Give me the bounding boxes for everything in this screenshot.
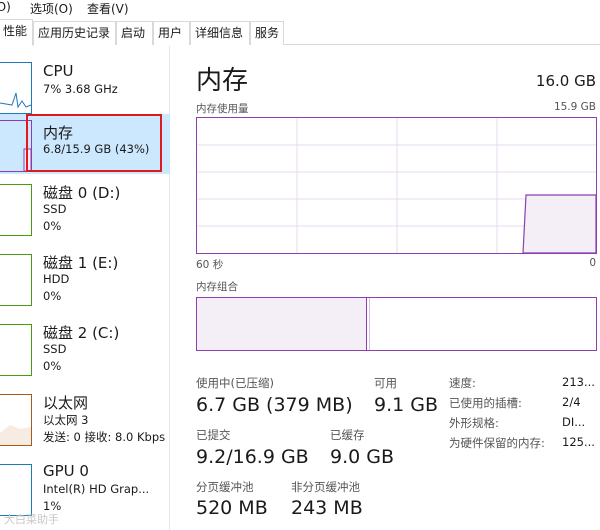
committed-value: 9.2/16.9 GB bbox=[196, 446, 309, 468]
speed-key: 速度: bbox=[449, 376, 476, 390]
sidebar-item-ethernet[interactable]: 以太网 以太网 3 发送: 0 接收: 8.0 Kbps bbox=[0, 388, 170, 458]
usage-graph-max: 15.9 GB bbox=[553, 101, 596, 113]
sidebar-type-disk-0: SSD bbox=[43, 202, 67, 216]
composition-in-use-segment bbox=[197, 298, 367, 350]
cached-value: 9.0 GB bbox=[330, 446, 395, 468]
memory-usage-graph-svg bbox=[197, 118, 597, 254]
tab-details[interactable]: 详细信息 bbox=[190, 21, 250, 45]
sidebar-item-disk-1[interactable]: 磁盘 1 (E:) HDD 0% bbox=[0, 248, 170, 318]
available-label: 可用 bbox=[374, 376, 397, 390]
available-value: 9.1 GB bbox=[374, 394, 439, 416]
gpu-thumbnail-graph bbox=[0, 464, 32, 516]
sidebar-item-disk-0[interactable]: 磁盘 0 (D:) SSD 0% bbox=[0, 178, 170, 248]
speed-value: 213... bbox=[562, 375, 595, 389]
menu-item-options[interactable]: 选项(O) bbox=[30, 0, 73, 17]
menu-item-options-partial[interactable]: (O) bbox=[0, 0, 11, 14]
sidebar-usage-disk-0: 0% bbox=[43, 219, 62, 233]
memory-composition-bar bbox=[196, 297, 597, 351]
sidebar-model-gpu: Intel(R) HD Grap... bbox=[43, 482, 150, 496]
menu-item-view[interactable]: 查看(V) bbox=[87, 0, 129, 17]
highlight-box bbox=[26, 114, 162, 172]
sidebar-title-ethernet: 以太网 bbox=[43, 394, 89, 412]
paged-pool-value: 520 MB bbox=[196, 497, 268, 519]
in-use-label: 使用中(已压缩) bbox=[196, 376, 274, 390]
form-factor-key: 外形规格: bbox=[449, 416, 499, 430]
sidebar-title-gpu: GPU 0 bbox=[43, 462, 89, 480]
page-title: 内存 bbox=[196, 66, 249, 96]
sidebar-title-disk-0: 磁盘 0 (D:) bbox=[43, 184, 121, 202]
sidebar-title-cpu: CPU bbox=[43, 62, 74, 80]
nonpaged-pool-label: 非分页缓冲池 bbox=[291, 480, 360, 494]
in-use-value: 6.7 GB (379 MB) bbox=[196, 394, 353, 416]
sidebar-usage-disk-2: 0% bbox=[43, 359, 62, 373]
tab-startup[interactable]: 启动 bbox=[116, 21, 153, 45]
sidebar-throughput-ethernet: 发送: 0 接收: 8.0 Kbps bbox=[43, 430, 166, 444]
cpu-thumbnail-graph bbox=[0, 62, 32, 114]
tab-bar: 性能 应用历史记录 启动 用户 详细信息 服务 bbox=[0, 19, 600, 46]
tab-performance[interactable]: 性能 bbox=[0, 19, 33, 46]
disk-2-thumbnail-graph bbox=[0, 324, 32, 376]
watermark: 大白菜助手 bbox=[4, 513, 59, 526]
form-factor-value: DI... bbox=[562, 415, 586, 429]
committed-label: 已提交 bbox=[196, 428, 231, 442]
total-memory: 16.0 GB bbox=[535, 72, 596, 90]
disk-0-thumbnail-graph bbox=[0, 184, 32, 236]
sidebar-type-disk-2: SSD bbox=[43, 342, 67, 356]
sidebar-adapter-ethernet: 以太网 3 bbox=[43, 413, 89, 427]
sidebar-type-disk-1: HDD bbox=[43, 272, 70, 286]
hardware-reserved-key: 为硬件保留的内存: bbox=[449, 436, 545, 450]
ethernet-thumbnail-graph bbox=[0, 394, 32, 446]
slots-used-value: 2/4 bbox=[562, 395, 581, 409]
sidebar-title-disk-1: 磁盘 1 (E:) bbox=[43, 254, 119, 272]
tab-services[interactable]: 服务 bbox=[250, 21, 284, 45]
sidebar-usage-disk-1: 0% bbox=[43, 289, 62, 303]
hardware-reserved-value: 125... bbox=[562, 435, 595, 449]
menu-bar: (O) 选项(O) 查看(V) bbox=[0, 0, 600, 18]
composition-label: 内存组合 bbox=[196, 281, 238, 293]
graph-axis-right: 0 bbox=[589, 257, 596, 269]
sidebar-item-disk-2[interactable]: 磁盘 2 (C:) SSD 0% bbox=[0, 318, 170, 388]
tab-app-history[interactable]: 应用历史记录 bbox=[33, 21, 116, 45]
tab-users[interactable]: 用户 bbox=[153, 21, 190, 45]
composition-divider bbox=[369, 298, 370, 350]
memory-usage-area bbox=[522, 194, 597, 254]
paged-pool-label: 分页缓冲池 bbox=[196, 480, 254, 494]
slots-used-key: 已使用的插槽: bbox=[449, 396, 522, 410]
usage-graph-label: 内存使用量 bbox=[196, 103, 249, 115]
sidebar-sub-cpu: 7% 3.68 GHz bbox=[43, 82, 118, 96]
cached-label: 已缓存 bbox=[330, 428, 365, 442]
sidebar-title-disk-2: 磁盘 2 (C:) bbox=[43, 324, 120, 342]
nonpaged-pool-value: 243 MB bbox=[291, 497, 363, 519]
memory-usage-graph bbox=[196, 117, 597, 254]
graph-axis-left: 60 秒 bbox=[196, 259, 224, 271]
disk-1-thumbnail-graph bbox=[0, 254, 32, 306]
